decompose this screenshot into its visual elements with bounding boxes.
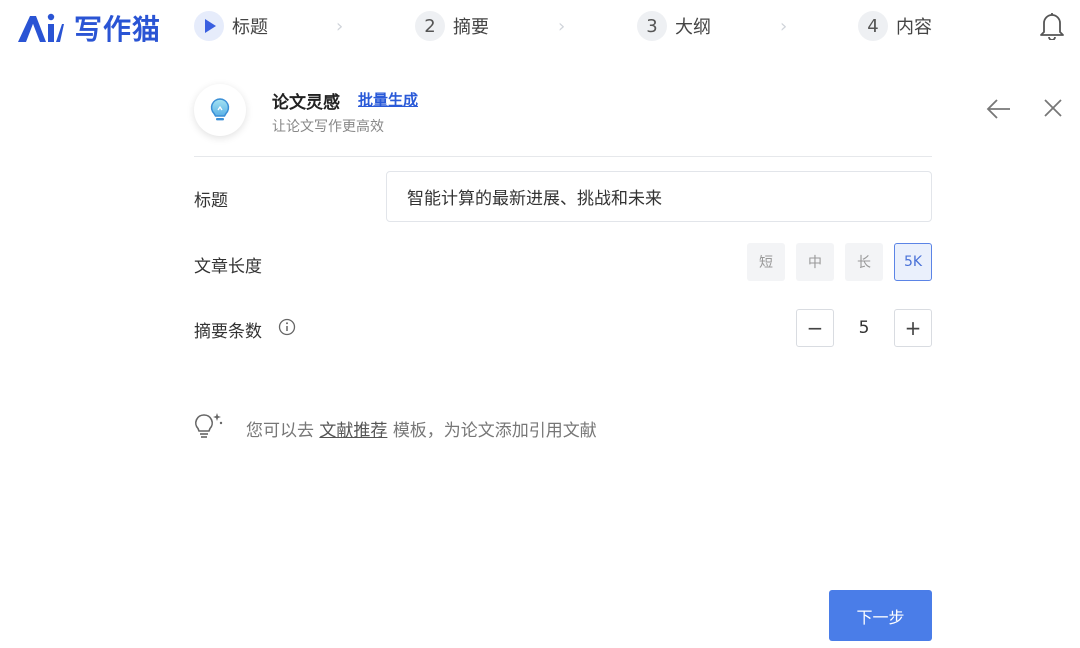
logo-text: 写作猫 bbox=[74, 13, 162, 46]
batch-generate-link[interactable]: 批量生成 bbox=[358, 89, 418, 110]
step-number: 2 bbox=[415, 11, 445, 41]
step-label: 大纲 bbox=[675, 17, 711, 38]
step-number: 3 bbox=[637, 11, 667, 41]
tip-suffix: 模板，为论文添加引用文献 bbox=[392, 421, 597, 441]
bulb-avatar bbox=[194, 84, 246, 136]
count-label: 摘要条数 bbox=[194, 322, 262, 342]
length-short-button[interactable]: 短 bbox=[747, 243, 785, 281]
lightbulb-icon bbox=[210, 98, 230, 121]
length-medium-button[interactable]: 中 bbox=[796, 243, 834, 281]
step-number: 4 bbox=[858, 11, 888, 41]
lightbulb-sparkle-icon bbox=[195, 413, 223, 438]
arrow-left-icon[interactable] bbox=[986, 97, 1012, 121]
literature-recommend-link[interactable]: 文献推荐 bbox=[319, 421, 387, 441]
title-input[interactable]: 智能计算的最新进展、挑战和未来 bbox=[386, 171, 932, 222]
increment-button[interactable]: + bbox=[894, 309, 932, 347]
close-icon[interactable] bbox=[1042, 97, 1064, 119]
length-5k-button[interactable]: 5K bbox=[894, 243, 932, 281]
length-label: 文章长度 bbox=[194, 257, 262, 277]
header-divider bbox=[194, 156, 932, 157]
info-icon[interactable] bbox=[278, 318, 296, 336]
chevron-right-icon: › bbox=[336, 16, 344, 37]
step-content[interactable]: 4 内容 bbox=[858, 10, 932, 42]
header-title: 论文灵感 bbox=[272, 93, 340, 113]
next-button[interactable]: 下一步 bbox=[829, 590, 932, 641]
header-subtitle: 让论文写作更高效 bbox=[272, 119, 384, 135]
logo[interactable]: 写作猫 bbox=[16, 8, 161, 48]
play-icon bbox=[194, 11, 224, 41]
logo-mark-icon bbox=[18, 13, 64, 42]
tip-prefix: 您可以去 bbox=[246, 421, 314, 441]
step-label: 内容 bbox=[896, 17, 932, 38]
chevron-right-icon: › bbox=[780, 16, 788, 37]
title-label: 标题 bbox=[194, 191, 228, 211]
decrement-button[interactable]: − bbox=[796, 309, 834, 347]
chevron-right-icon: › bbox=[558, 16, 566, 37]
step-label: 标题 bbox=[232, 17, 268, 38]
step-abstract[interactable]: 2 摘要 bbox=[415, 10, 489, 42]
count-value: 5 bbox=[858, 318, 870, 338]
page: 写作猫 标题 › 2 摘要 › 3 大纲 › 4 内容 论文灵感 批量生成 让论… bbox=[0, 0, 1080, 648]
bell-icon[interactable] bbox=[1038, 10, 1066, 40]
length-long-button[interactable]: 长 bbox=[845, 243, 883, 281]
step-label: 摘要 bbox=[453, 17, 489, 38]
title-input-value: 智能计算的最新进展、挑战和未来 bbox=[407, 189, 662, 209]
tip-text: 您可以去 文献推荐 模板，为论文添加引用文献 bbox=[246, 416, 597, 441]
step-outline[interactable]: 3 大纲 bbox=[637, 10, 711, 42]
step-title[interactable]: 标题 bbox=[194, 10, 268, 42]
